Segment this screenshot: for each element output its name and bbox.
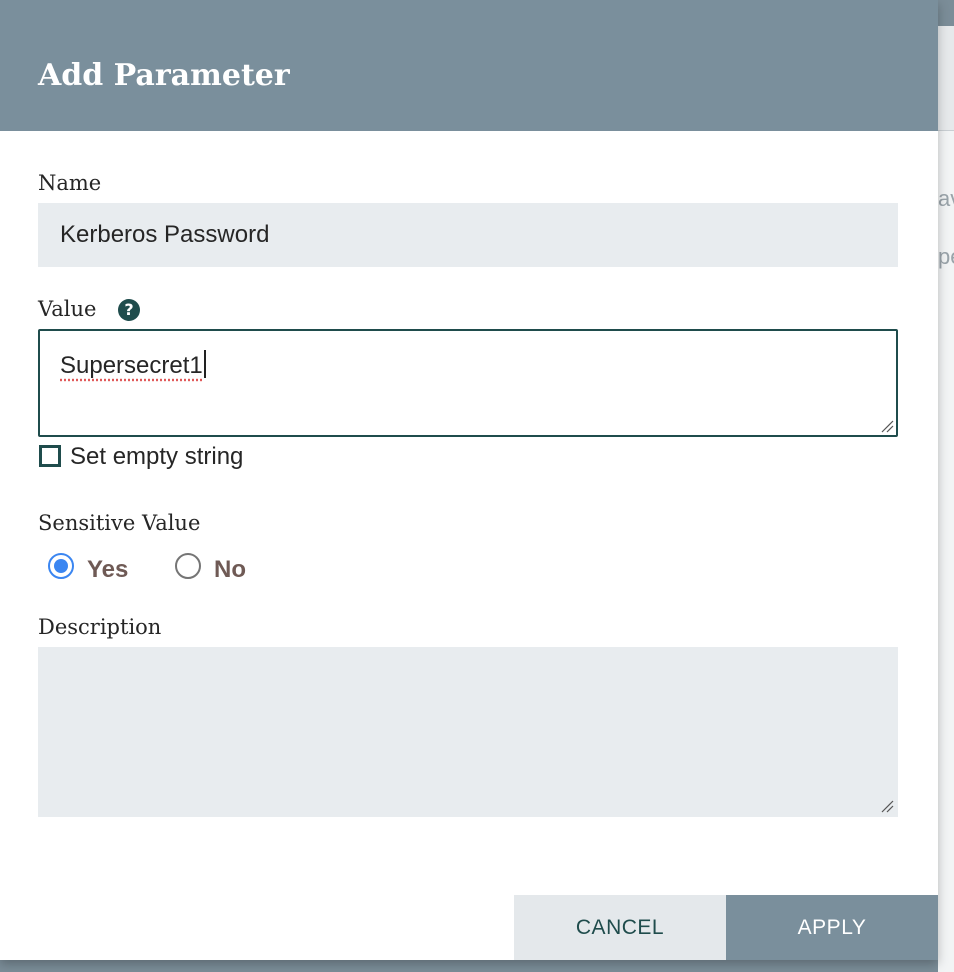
name-label: Name [38, 171, 102, 195]
description-label: Description [38, 615, 162, 639]
dialog-title: Add Parameter [38, 58, 290, 93]
background-panel-header [938, 26, 954, 131]
question-circle-icon[interactable]: ? [118, 299, 140, 321]
radio-selected-dot [54, 559, 68, 573]
sensitive-no-label[interactable]: No [214, 554, 246, 586]
text-caret [203, 350, 206, 378]
name-field[interactable]: Kerberos Password [38, 203, 898, 267]
add-parameter-dialog: Add Parameter Name Kerberos Password Val… [0, 0, 938, 960]
dialog-header: Add Parameter [0, 0, 938, 131]
value-label: Value [38, 297, 97, 321]
sensitive-yes-label[interactable]: Yes [87, 554, 128, 586]
background-text-fragment: av [938, 186, 954, 211]
background-text-fragment: pe [938, 244, 954, 269]
value-text: Supersecret1 [60, 349, 206, 383]
description-textarea[interactable] [38, 647, 898, 817]
set-empty-string-label[interactable]: Set empty string [70, 442, 243, 472]
cancel-button[interactable]: CANCEL [514, 895, 726, 960]
background-panel [938, 26, 954, 972]
resize-handle-icon[interactable] [880, 799, 894, 813]
value-textarea[interactable]: Supersecret1 [38, 329, 898, 437]
sensitive-no-radio[interactable] [175, 553, 201, 579]
set-empty-string-checkbox[interactable] [39, 445, 61, 467]
apply-button[interactable]: APPLY [726, 895, 938, 960]
sensitive-value-label: Sensitive Value [38, 511, 201, 535]
sensitive-yes-radio[interactable] [48, 553, 74, 579]
resize-handle-icon[interactable] [880, 419, 894, 433]
